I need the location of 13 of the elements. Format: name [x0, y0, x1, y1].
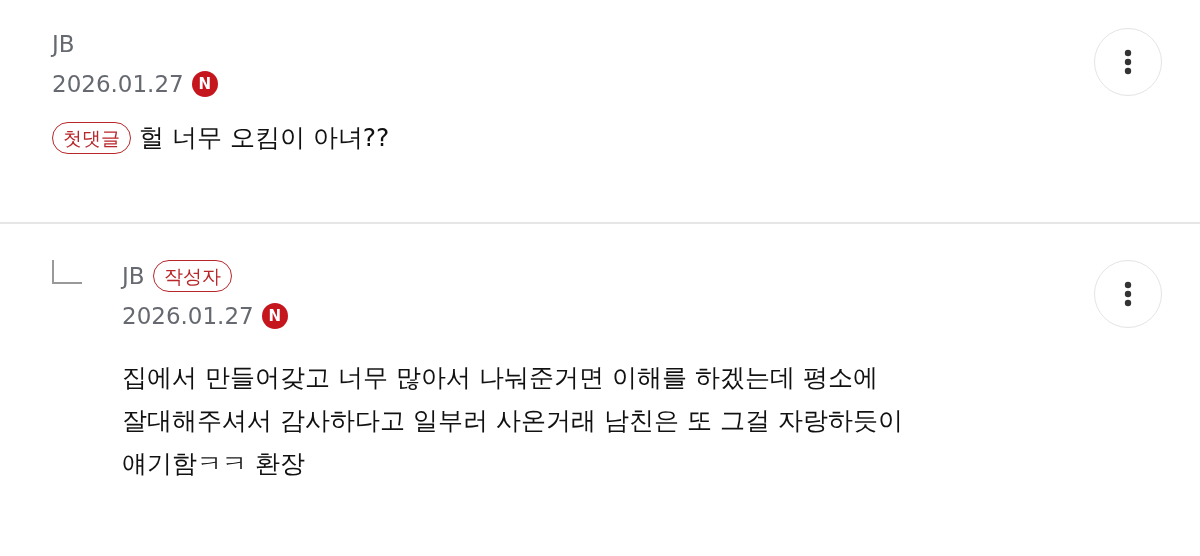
comment-text: 헐 너무 오킴이 아녀?? — [139, 122, 390, 154]
new-badge: N — [261, 303, 288, 329]
comment-text: 잘대해주셔서 감사하다고 일부러 사온거래 남친은 또 그걸 자랑하듯이 — [122, 405, 903, 437]
author-name: JB — [52, 30, 75, 59]
new-badge: N — [191, 71, 218, 97]
reply-corner-icon — [52, 260, 82, 284]
comment-date: 2026.01.27 — [122, 302, 254, 331]
comment-text: 집에서 만들어갖고 너무 많아서 나눠준거면 이해를 하겠는데 평소에 — [122, 362, 878, 394]
author-name: JB — [122, 262, 145, 291]
comment-date: 2026.01.27 — [52, 70, 184, 99]
more-icon — [1124, 49, 1132, 75]
more-icon — [1124, 281, 1132, 307]
comment-text: 얘기함ㅋㅋ 환장 — [122, 448, 305, 480]
